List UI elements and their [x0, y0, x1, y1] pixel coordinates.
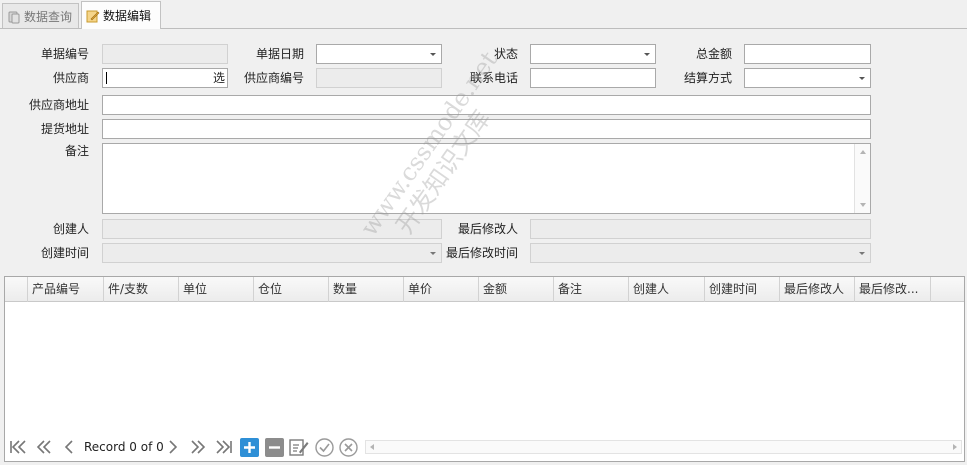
supplier-code-field — [316, 68, 442, 88]
edit-icon[interactable] — [288, 438, 310, 456]
supplier-address-label: 供应商地址 — [28, 98, 89, 112]
chevron-down-icon — [859, 77, 865, 80]
pickup-address-label: 提货地址 — [40, 122, 89, 136]
grid-horizontal-scrollbar[interactable] — [365, 440, 962, 454]
supplier-address-field[interactable] — [102, 95, 871, 115]
grid-header: 产品编号 件/支数 单位 仓位 数量 单价 金额 备注 创建人 创建时间 最后修… — [5, 277, 964, 302]
first-icon[interactable] — [9, 438, 27, 456]
supplier-code-label: 供应商编号 — [243, 71, 304, 85]
cancel-icon[interactable] — [338, 437, 358, 457]
next-icon[interactable] — [167, 438, 179, 456]
grid-row-indicator-header — [5, 277, 28, 302]
settlement-label: 结算方式 — [683, 71, 732, 85]
data-navigator: Record 0 of 0 — [5, 434, 964, 461]
confirm-icon[interactable] — [314, 437, 334, 457]
total-amount-label: 总金额 — [695, 47, 732, 61]
phone-label: 联系电话 — [469, 71, 518, 85]
remove-icon[interactable] — [264, 437, 284, 457]
tab-label: 数据查询 — [24, 10, 73, 24]
creator-field — [102, 219, 442, 239]
total-amount-field[interactable] — [744, 44, 871, 64]
settlement-select[interactable] — [744, 68, 871, 88]
add-icon[interactable] — [239, 437, 259, 457]
tab-data-edit[interactable]: 数据编辑 — [81, 1, 161, 29]
tab-bar: 数据查询 数据编辑 — [0, 0, 967, 29]
modifier-field — [530, 219, 871, 239]
remark-label: 备注 — [64, 144, 89, 158]
grid-column-header[interactable]: 创建时间 — [705, 277, 780, 302]
bill-date-picker[interactable] — [316, 44, 442, 64]
grid-column-header[interactable]: 金额 — [479, 277, 554, 302]
chevron-down-icon — [430, 53, 436, 56]
remark-scrollbar[interactable] — [854, 144, 870, 213]
scroll-right-icon — [953, 444, 957, 450]
bill-date-label: 单据日期 — [255, 47, 304, 61]
supplier-select-button[interactable]: 选 — [213, 70, 225, 87]
database-icon — [7, 10, 21, 24]
remark-textarea[interactable] — [102, 143, 871, 214]
bill-no-field — [102, 44, 228, 64]
next-page-icon[interactable] — [189, 438, 207, 456]
grid-column-header[interactable]: 产品编号 — [28, 277, 104, 302]
grid-column-header[interactable]: 单位 — [179, 277, 254, 302]
scroll-left-icon — [370, 444, 374, 450]
grid-column-header[interactable]: 备注 — [554, 277, 629, 302]
scroll-up-icon — [860, 150, 866, 154]
modify-time-label: 最后修改时间 — [445, 246, 518, 260]
supplier-field[interactable]: 选 — [102, 68, 228, 88]
tab-data-query[interactable]: 数据查询 — [2, 3, 79, 29]
grid-column-header[interactable]: 数量 — [329, 277, 404, 302]
prev-icon[interactable] — [63, 438, 75, 456]
modify-time-picker — [530, 243, 871, 263]
phone-field[interactable] — [530, 68, 656, 88]
grid-column-header[interactable]: 仓位 — [254, 277, 329, 302]
prev-page-icon[interactable] — [35, 438, 53, 456]
status-select[interactable] — [530, 44, 656, 64]
bill-no-label: 单据编号 — [40, 47, 89, 61]
record-counter: Record 0 of 0 — [84, 440, 164, 454]
grid-column-header[interactable]: 创建人 — [629, 277, 705, 302]
creator-label: 创建人 — [52, 222, 89, 236]
grid-column-header[interactable]: 件/支数 — [104, 277, 179, 302]
pickup-address-field[interactable] — [102, 119, 871, 139]
modifier-label: 最后修改人 — [457, 222, 518, 236]
text-caret — [106, 72, 107, 84]
grid-column-header[interactable]: 最后修改... — [855, 277, 931, 302]
chevron-down-icon — [644, 53, 650, 56]
supplier-label: 供应商 — [52, 71, 89, 85]
edit-icon — [86, 9, 100, 23]
detail-grid[interactable]: 产品编号 件/支数 单位 仓位 数量 单价 金额 备注 创建人 创建时间 最后修… — [4, 276, 965, 462]
edit-form: 单据编号 单据日期 状态 总金额 供应商 选 供应商编号 联系电话 结算方式 供… — [4, 33, 966, 267]
grid-column-header[interactable]: 最后修改人 — [780, 277, 855, 302]
create-time-picker — [102, 243, 442, 263]
tab-label: 数据编辑 — [103, 9, 152, 23]
create-time-label: 创建时间 — [40, 246, 89, 260]
grid-column-header[interactable]: 单价 — [404, 277, 479, 302]
status-label: 状态 — [493, 47, 518, 61]
chevron-down-icon — [859, 252, 865, 255]
scroll-down-icon — [860, 203, 866, 207]
last-icon[interactable] — [215, 438, 233, 456]
